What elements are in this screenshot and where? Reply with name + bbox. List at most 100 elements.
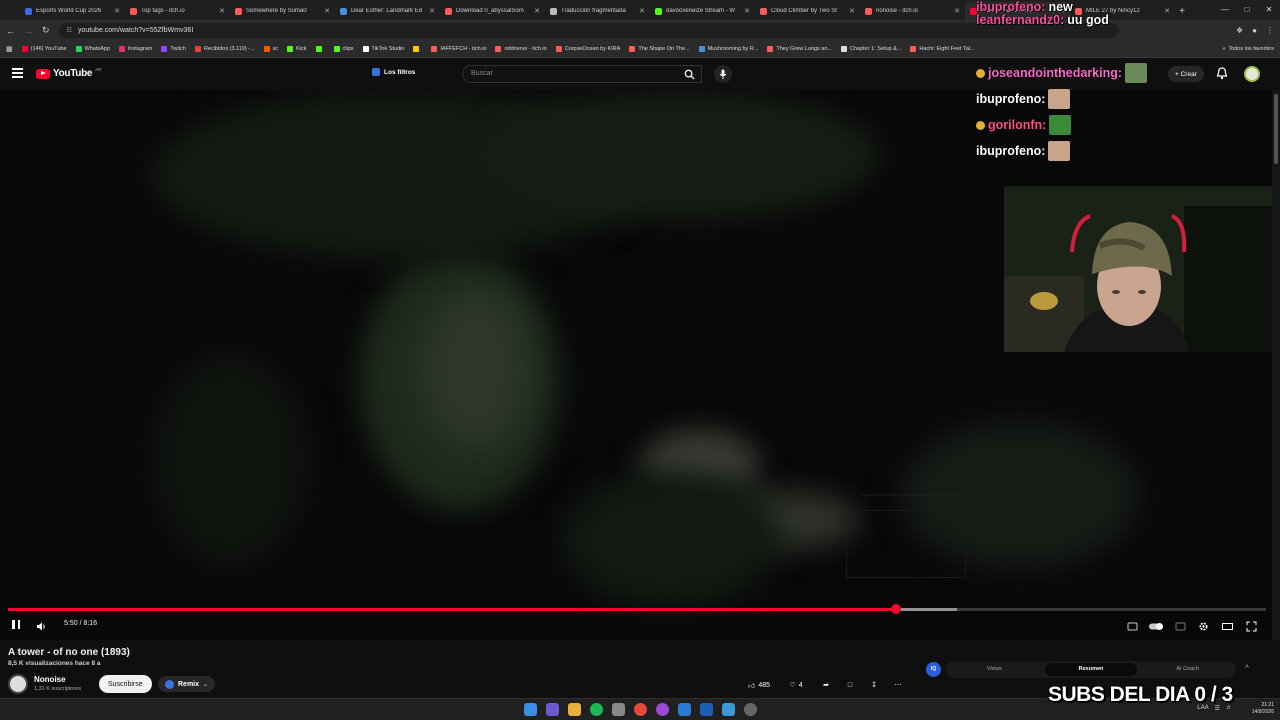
bookmark-item[interactable]: Instagram [118,46,152,52]
bookmark-item[interactable]: (146) YouTube [21,46,67,52]
subscribe-button[interactable]: Suscribirse [99,675,152,693]
menu-icon[interactable]: ⋮ [1266,26,1274,35]
dislike-button[interactable]: ♡ 4 [784,676,808,694]
bookmark-item[interactable]: IAFFEFCH - itch.io [431,46,486,52]
summary-tab[interactable]: Resumen [1044,663,1138,676]
theater-mode-icon[interactable] [1222,619,1233,630]
bookmark-item[interactable]: TikTok Studio [362,46,404,52]
progress-bar[interactable] [8,604,1266,614]
extensions-icon[interactable]: ❖ [1236,26,1243,35]
autoplay-icon[interactable] [1127,619,1138,631]
bookmark-item[interactable]: Hachi: Eight Feet Tal... [910,46,975,52]
volume-icon[interactable] [36,619,47,637]
browser-tab[interactable]: Esports World Cup 2026 ✕ [20,2,125,20]
page-scrollbar[interactable] [1272,90,1280,640]
channel-avatar[interactable] [8,674,28,694]
browser-tab[interactable]: davooxeneize Stream - W ✕ [650,2,755,20]
bookmark-item[interactable]: Recibidos (3.119) -... [194,46,255,52]
app-icon[interactable] [612,703,625,716]
fullscreen-icon[interactable] [1246,619,1257,632]
bookmark-item[interactable]: CorpseOcean by KIRA [555,46,620,52]
save-button[interactable]: □ [842,676,858,694]
close-window-icon[interactable]: ✕ [1258,0,1280,20]
account-avatar[interactable] [1244,66,1260,82]
notifications-icon[interactable] [1216,67,1228,85]
remix-button[interactable]: Remix ⌄ [158,676,216,692]
maximize-icon[interactable]: □ [1236,0,1258,20]
tab-close-icon[interactable]: ✕ [534,7,540,15]
tab-close-icon[interactable]: ✕ [429,7,435,15]
subtitles-icon[interactable] [1175,619,1186,631]
tab-close-icon[interactable]: ✕ [954,7,960,15]
collapse-icon[interactable]: ˄ [1245,664,1249,671]
autoplay-toggle[interactable] [1148,619,1164,630]
chrome-icon[interactable] [634,703,647,716]
start-icon[interactable] [524,703,537,716]
all-favorites[interactable]: » Todos los favoritos [1222,46,1274,52]
spotify-icon[interactable] [590,703,603,716]
search-button[interactable] [676,65,702,83]
reload-icon[interactable]: ↻ [42,25,50,36]
tab-close-icon[interactable]: ✕ [114,7,120,15]
bookmark-item[interactable]: sc [263,46,278,52]
back-icon[interactable]: ← [6,26,15,36]
bookmark-item[interactable]: oddnerve - itch.io [495,46,547,52]
minimize-icon[interactable]: — [1214,0,1236,20]
bookmark-item[interactable]: clips [333,46,354,52]
like-button[interactable]: 👍︎ 485 [744,676,774,694]
apps-icon[interactable]: ▦ [6,45,13,53]
search-input[interactable]: Buscar [462,65,702,83]
bookmark-item[interactable] [413,46,422,52]
bookmark-item[interactable]: Chapter 1: Setup &... [840,46,901,52]
download-button[interactable]: ↧ [866,676,882,694]
new-tab-button[interactable]: + [1175,2,1189,20]
filters-chip[interactable]: Los filtros [372,68,415,76]
bookmark-item[interactable]: The Shape On The... [629,46,690,52]
channel-name[interactable]: Nonoise [34,675,66,684]
bookmark-item[interactable]: Kick [287,46,307,52]
browser-tab[interactable]: Somewhere by Suma0 ✕ [230,2,335,20]
forward-icon[interactable]: → [24,26,33,36]
bookmark-item[interactable]: They Grew Lungs an... [767,46,832,52]
guide-menu-icon[interactable] [12,68,23,80]
file-explorer-icon[interactable] [568,703,581,716]
bookmark-item[interactable]: Mushrooming by R... [698,46,758,52]
obs-icon[interactable] [656,703,669,716]
youtube-logo[interactable]: YouTube AR [36,67,101,79]
summary-tab[interactable]: Vistas [948,663,1041,676]
discord-icon[interactable] [546,703,559,716]
tab-close-icon[interactable]: ✕ [639,7,645,15]
voice-search-button[interactable] [714,65,732,83]
omnibox[interactable]: ☷ youtube.com/watch?v=55ZfbWmv36I [58,23,1119,38]
tab-close-icon[interactable]: ✕ [219,7,225,15]
settings-icon[interactable] [1198,619,1209,631]
steam-icon[interactable] [700,703,713,716]
summary-tab[interactable]: AI Coach [1141,663,1234,676]
video-player[interactable]: Ajusta la calidad del video para mejorar… [0,90,1280,640]
bookmark-item[interactable]: Twitch [161,46,186,52]
clock[interactable]: 21:21 14/8/2026 [1252,702,1274,716]
share-button[interactable]: ➦ [818,676,834,694]
tab-close-icon[interactable]: ✕ [849,7,855,15]
bookmark-item[interactable]: WhatsApp [75,46,110,52]
browser-tab[interactable]: nonoise - itch.io ✕ [860,2,965,20]
site-info-icon[interactable]: ☷ [67,27,72,34]
capcut-icon[interactable] [678,703,691,716]
browser-tab[interactable]: Cloud Climber by Two St ✕ [755,2,860,20]
pause-icon[interactable] [12,620,20,629]
more-actions-button[interactable]: ⋯ [890,676,906,694]
tab-close-icon[interactable]: ✕ [324,7,330,15]
browser-tab[interactable]: Download 0_abyssalSom ✕ [440,2,545,20]
app2-icon[interactable] [722,703,735,716]
browser-tab[interactable]: Traducción fragmentada ✕ [545,2,650,20]
summary-extension-icon[interactable]: IQ [926,662,941,677]
video-meta[interactable]: 8,5 K visualizaciones hace 8 a [8,660,101,667]
create-button[interactable]: + Crear [1168,66,1204,82]
profile-icon[interactable]: ● [1252,26,1257,35]
browser-tab[interactable]: Dear Esther: Landmark Ed ✕ [335,2,440,20]
browser-tab[interactable]: Top tags - itch.io ✕ [125,2,230,20]
tab-close-icon[interactable]: ✕ [744,7,750,15]
tab-close-icon[interactable]: ✕ [1164,7,1170,15]
settings-app-icon[interactable] [744,703,757,716]
bookmark-item[interactable] [315,46,325,52]
